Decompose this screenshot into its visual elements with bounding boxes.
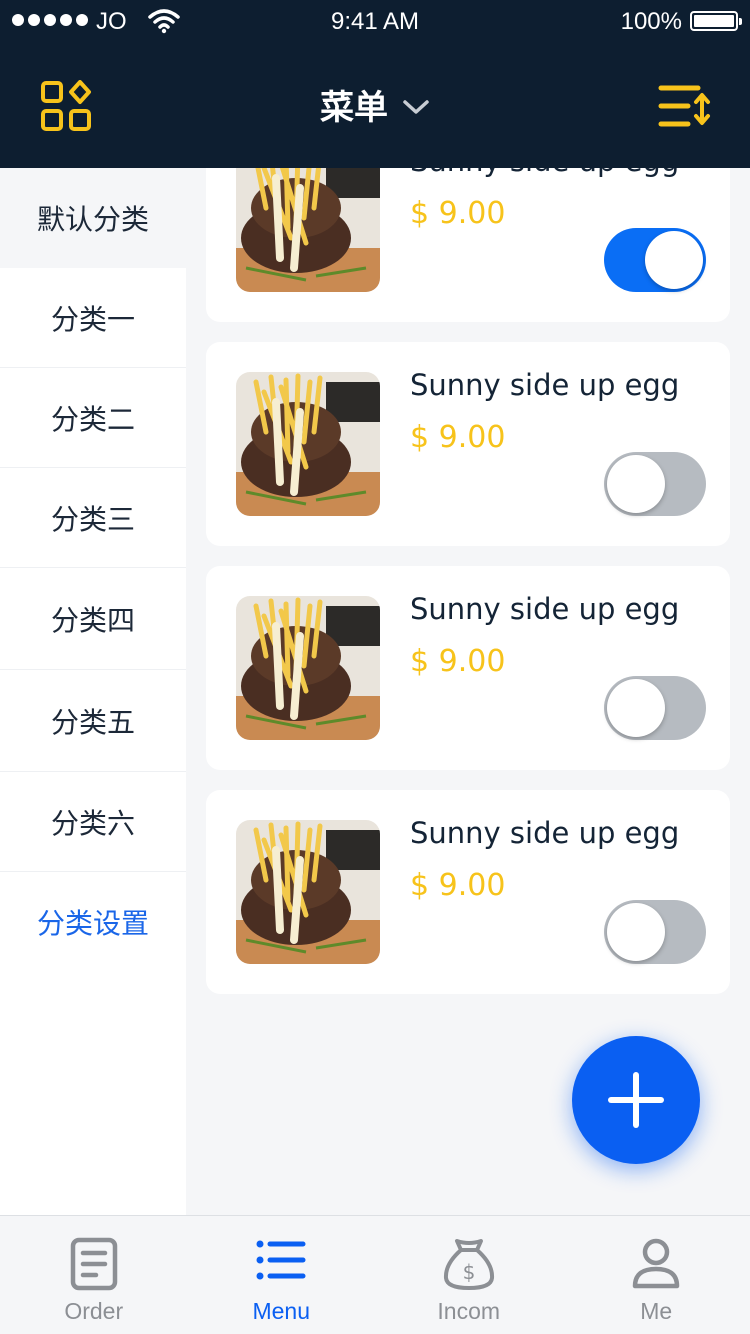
nav-bar: 菜单 bbox=[0, 42, 750, 168]
sidebar-item-3[interactable]: 分类三 bbox=[0, 468, 186, 568]
sidebar-item-label: 分类二 bbox=[50, 402, 135, 436]
category-settings-link[interactable]: 分类设置 bbox=[0, 872, 186, 972]
menu-item-card[interactable]: Sunny side up egg $ 9.00 bbox=[206, 566, 730, 770]
tab-label: Order bbox=[64, 1298, 124, 1324]
money-bag-icon: $ bbox=[443, 1239, 494, 1290]
tab-label: Menu bbox=[252, 1298, 311, 1324]
sidebar-item-1[interactable]: 分类一 bbox=[0, 268, 186, 368]
sidebar-item-5[interactable]: 分类五 bbox=[0, 670, 186, 772]
sidebar-item-label: 默认分类 bbox=[36, 203, 149, 236]
order-icon bbox=[70, 1237, 117, 1291]
battery-percent: 100% bbox=[620, 8, 682, 35]
dish-photo bbox=[236, 596, 380, 740]
status-bar: JO 9:41 AM 100% bbox=[0, 0, 750, 42]
sidebar-item-6[interactable]: 分类六 bbox=[0, 772, 186, 872]
menu-item-card[interactable]: Sunny side up egg $ 9.00 bbox=[206, 168, 730, 322]
user-icon bbox=[633, 1238, 680, 1289]
add-dish-button[interactable] bbox=[572, 1036, 700, 1164]
page-title: 菜单 bbox=[320, 88, 388, 128]
chevron-down-icon bbox=[403, 99, 429, 114]
battery-icon bbox=[690, 11, 742, 31]
availability-toggle[interactable] bbox=[604, 228, 706, 292]
tab-menu[interactable]: Menu bbox=[188, 1216, 376, 1334]
dish-photo bbox=[236, 168, 380, 292]
category-settings-label: 分类设置 bbox=[36, 907, 149, 940]
dish-name: Sunny side up egg bbox=[410, 592, 680, 626]
svg-text:$: $ bbox=[462, 1260, 475, 1284]
dish-price: $ 9.00 bbox=[410, 420, 506, 455]
menu-item-card[interactable]: Sunny side up egg $ 9.00 bbox=[206, 342, 730, 546]
dish-price: $ 9.00 bbox=[410, 196, 506, 231]
dish-name: Sunny side up egg bbox=[410, 368, 680, 402]
sidebar-item-4[interactable]: 分类四 bbox=[0, 568, 186, 670]
category-sidebar: 默认分类 分类一 分类二 分类三 分类四 分类五 分类六 分类设置 bbox=[0, 168, 186, 1215]
sidebar-item-default[interactable]: 默认分类 bbox=[0, 168, 186, 268]
sidebar-item-label: 分类三 bbox=[50, 502, 135, 536]
tab-incom[interactable]: $ Incom bbox=[375, 1216, 563, 1334]
sort-icon[interactable] bbox=[658, 82, 712, 130]
availability-toggle[interactable] bbox=[604, 676, 706, 740]
tab-label: Incom bbox=[437, 1298, 501, 1324]
dish-name: Sunny side up egg bbox=[410, 816, 680, 850]
sidebar-item-2[interactable]: 分类二 bbox=[0, 368, 186, 468]
availability-toggle[interactable] bbox=[604, 900, 706, 964]
dish-price: $ 9.00 bbox=[410, 868, 506, 903]
sidebar-item-label: 分类六 bbox=[50, 806, 135, 840]
tab-label: Me bbox=[640, 1298, 673, 1324]
menu-item-card[interactable]: Sunny side up egg $ 9.00 bbox=[206, 790, 730, 994]
menu-title-dropdown[interactable]: 菜单 bbox=[0, 80, 750, 129]
availability-toggle[interactable] bbox=[604, 452, 706, 516]
tab-bar: Order Menu $ Incom Me bbox=[0, 1215, 750, 1334]
dish-price: $ 9.00 bbox=[410, 644, 506, 679]
dish-name: Sunny side up egg bbox=[410, 168, 679, 178]
sidebar-item-label: 分类五 bbox=[50, 705, 135, 739]
sidebar-item-label: 分类四 bbox=[50, 603, 135, 637]
dish-photo bbox=[236, 372, 380, 516]
sidebar-item-label: 分类一 bbox=[50, 302, 135, 336]
tab-order[interactable]: Order bbox=[0, 1216, 188, 1334]
tab-me[interactable]: Me bbox=[563, 1216, 750, 1334]
dish-photo bbox=[236, 820, 380, 964]
menu-list-icon bbox=[256, 1240, 306, 1280]
